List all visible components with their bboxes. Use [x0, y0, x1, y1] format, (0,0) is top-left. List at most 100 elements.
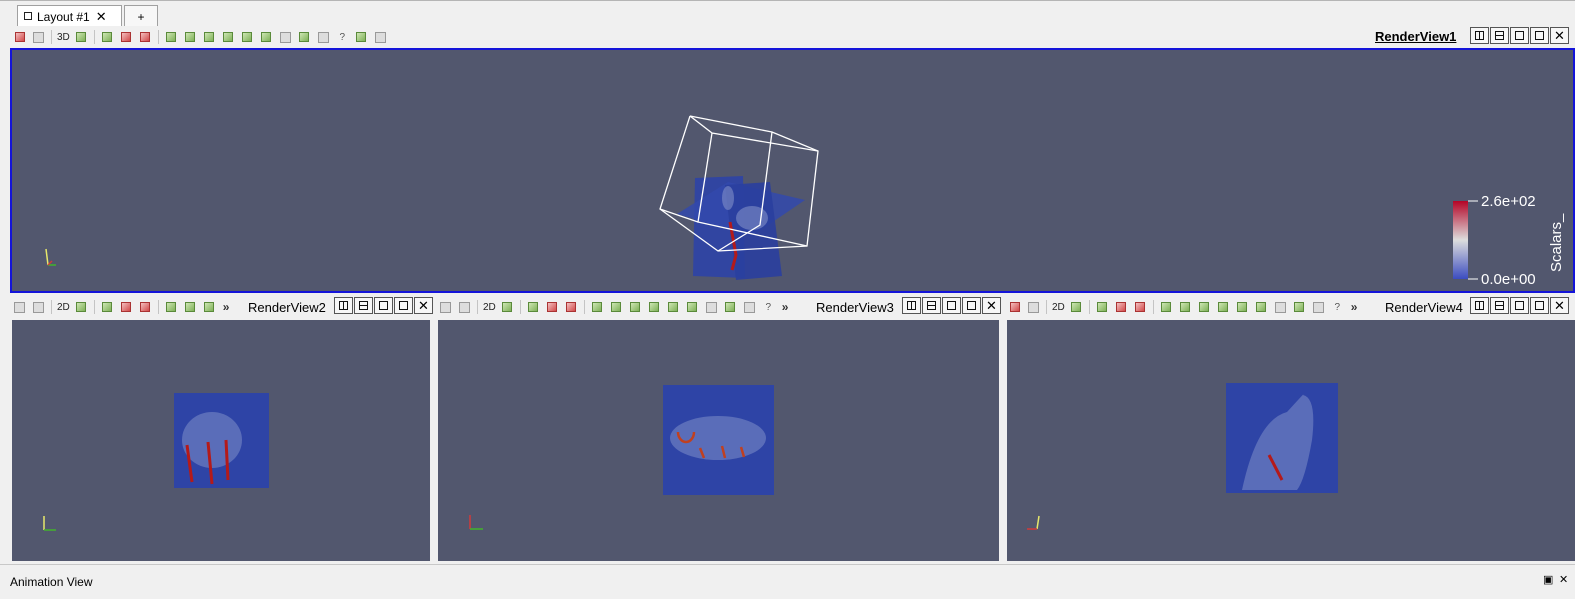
select-cells-through-icon[interactable]: [647, 300, 661, 314]
float-view-button[interactable]: [1530, 297, 1549, 314]
split-horizontal-button[interactable]: [1470, 27, 1489, 44]
select-points-icon[interactable]: [183, 300, 197, 314]
hover-points-icon[interactable]: [1311, 300, 1325, 314]
split-vertical-button[interactable]: [922, 297, 941, 314]
reset-camera-icon[interactable]: [100, 300, 114, 314]
view-mode-button[interactable]: 2D: [1052, 302, 1065, 313]
hover-cells-help-icon[interactable]: ?: [1330, 300, 1344, 314]
add-layout-tab[interactable]: +: [124, 5, 158, 27]
float-view-button[interactable]: [962, 297, 981, 314]
close-tab-icon[interactable]: ✕: [96, 9, 107, 25]
select-blocks-icon[interactable]: [628, 300, 642, 314]
zoom-to-box-icon[interactable]: [1133, 300, 1147, 314]
screenshot-icon[interactable]: [74, 30, 88, 44]
view-mode-button[interactable]: 3D: [57, 32, 70, 43]
close-view-button[interactable]: ✕: [982, 297, 1001, 314]
view-mode-button[interactable]: 2D: [57, 302, 70, 313]
select-polygon-cells-icon[interactable]: [1254, 300, 1268, 314]
link-camera-icon[interactable]: [1008, 300, 1022, 314]
maximize-button[interactable]: [1510, 27, 1529, 44]
split-vertical-button[interactable]: [1490, 27, 1509, 44]
split-vertical-button[interactable]: [1490, 297, 1509, 314]
hover-points-icon[interactable]: [316, 30, 330, 44]
select-blocks-icon[interactable]: [1197, 300, 1211, 314]
float-view-button[interactable]: [394, 297, 413, 314]
unlink-camera-icon[interactable]: [32, 30, 46, 44]
interactive-select-icon[interactable]: [723, 300, 737, 314]
more-tools-button[interactable]: »: [223, 300, 230, 314]
select-points-icon[interactable]: [1178, 300, 1192, 314]
render-view-3[interactable]: [438, 320, 999, 561]
reset-camera-icon[interactable]: [1095, 300, 1109, 314]
select-blocks-icon[interactable]: [202, 30, 216, 44]
layout-tab-bar: Layout #1 ✕ +: [0, 0, 1575, 27]
hover-cells-help-icon[interactable]: ?: [335, 30, 349, 44]
screenshot-icon[interactable]: [74, 300, 88, 314]
reset-camera-icon[interactable]: [100, 30, 114, 44]
float-view-button[interactable]: [1530, 27, 1549, 44]
maximize-button[interactable]: [1510, 297, 1529, 314]
close-view-button[interactable]: ✕: [1550, 297, 1569, 314]
split-horizontal-button[interactable]: [334, 297, 353, 314]
select-polygon-cells-icon[interactable]: [259, 30, 273, 44]
grow-selection-icon[interactable]: [354, 30, 368, 44]
select-cells-icon[interactable]: [164, 30, 178, 44]
clear-selection-icon[interactable]: [373, 30, 387, 44]
more-tools-button[interactable]: »: [782, 300, 789, 314]
render-view-1[interactable]: 2.6e+02 0.0e+00 Scalars_: [10, 48, 1575, 293]
zoom-to-box-icon[interactable]: [138, 30, 152, 44]
more-tools-button[interactable]: »: [1351, 300, 1358, 314]
split-horizontal-button[interactable]: [1470, 297, 1489, 314]
select-points-icon[interactable]: [609, 300, 623, 314]
select-polygon-cells-icon[interactable]: [685, 300, 699, 314]
render-view-4[interactable]: [1007, 320, 1575, 561]
screenshot-icon[interactable]: [500, 300, 514, 314]
split-horizontal-button[interactable]: [902, 297, 921, 314]
separator: [51, 300, 52, 314]
orientation-axes: [469, 515, 483, 530]
select-points-icon[interactable]: [183, 30, 197, 44]
maximize-button[interactable]: [942, 297, 961, 314]
link-camera-icon[interactable]: [13, 300, 27, 314]
rotate-camera-icon[interactable]: [545, 300, 559, 314]
select-polygon-points-icon[interactable]: [278, 30, 292, 44]
select-points-through-icon[interactable]: [240, 30, 254, 44]
rotate-camera-icon[interactable]: [1114, 300, 1128, 314]
select-points-through-icon[interactable]: [1235, 300, 1249, 314]
bone-shape: [182, 412, 242, 468]
split-vertical-button[interactable]: [354, 297, 373, 314]
interactive-select-icon[interactable]: [1292, 300, 1306, 314]
close-view-button[interactable]: ✕: [414, 297, 433, 314]
select-polygon-points-icon[interactable]: [1273, 300, 1287, 314]
select-cells-through-icon[interactable]: [221, 30, 235, 44]
select-points-through-icon[interactable]: [666, 300, 680, 314]
tab-layout-1[interactable]: Layout #1 ✕: [17, 5, 122, 27]
unlink-camera-icon[interactable]: [1027, 300, 1041, 314]
select-cells-through-icon[interactable]: [1216, 300, 1230, 314]
render-view-2[interactable]: [12, 320, 430, 561]
zoom-to-box-icon[interactable]: [138, 300, 152, 314]
select-cells-icon[interactable]: [1159, 300, 1173, 314]
hover-cells-help-icon[interactable]: ?: [761, 300, 775, 314]
rotate-camera-icon[interactable]: [119, 300, 133, 314]
maximize-button[interactable]: [374, 297, 393, 314]
select-cells-icon[interactable]: [590, 300, 604, 314]
unlink-camera-icon[interactable]: [458, 300, 472, 314]
close-view-button[interactable]: ✕: [1550, 27, 1569, 44]
close-panel-icon[interactable]: ✕: [1559, 573, 1568, 586]
float-panel-icon[interactable]: ▣: [1543, 573, 1553, 586]
interactive-select-icon[interactable]: [297, 30, 311, 44]
link-camera-icon[interactable]: [439, 300, 453, 314]
rotate-camera-icon[interactable]: [119, 30, 133, 44]
select-blocks-icon[interactable]: [202, 300, 216, 314]
reset-camera-icon[interactable]: [526, 300, 540, 314]
view-mode-button[interactable]: 2D: [483, 302, 496, 313]
unlink-camera-icon[interactable]: [32, 300, 46, 314]
select-cells-icon[interactable]: [164, 300, 178, 314]
hover-points-icon[interactable]: [742, 300, 756, 314]
zoom-to-box-icon[interactable]: [564, 300, 578, 314]
screenshot-icon[interactable]: [1069, 300, 1083, 314]
link-camera-icon[interactable]: [13, 30, 27, 44]
orientation-axes: [43, 516, 56, 531]
select-polygon-points-icon[interactable]: [704, 300, 718, 314]
